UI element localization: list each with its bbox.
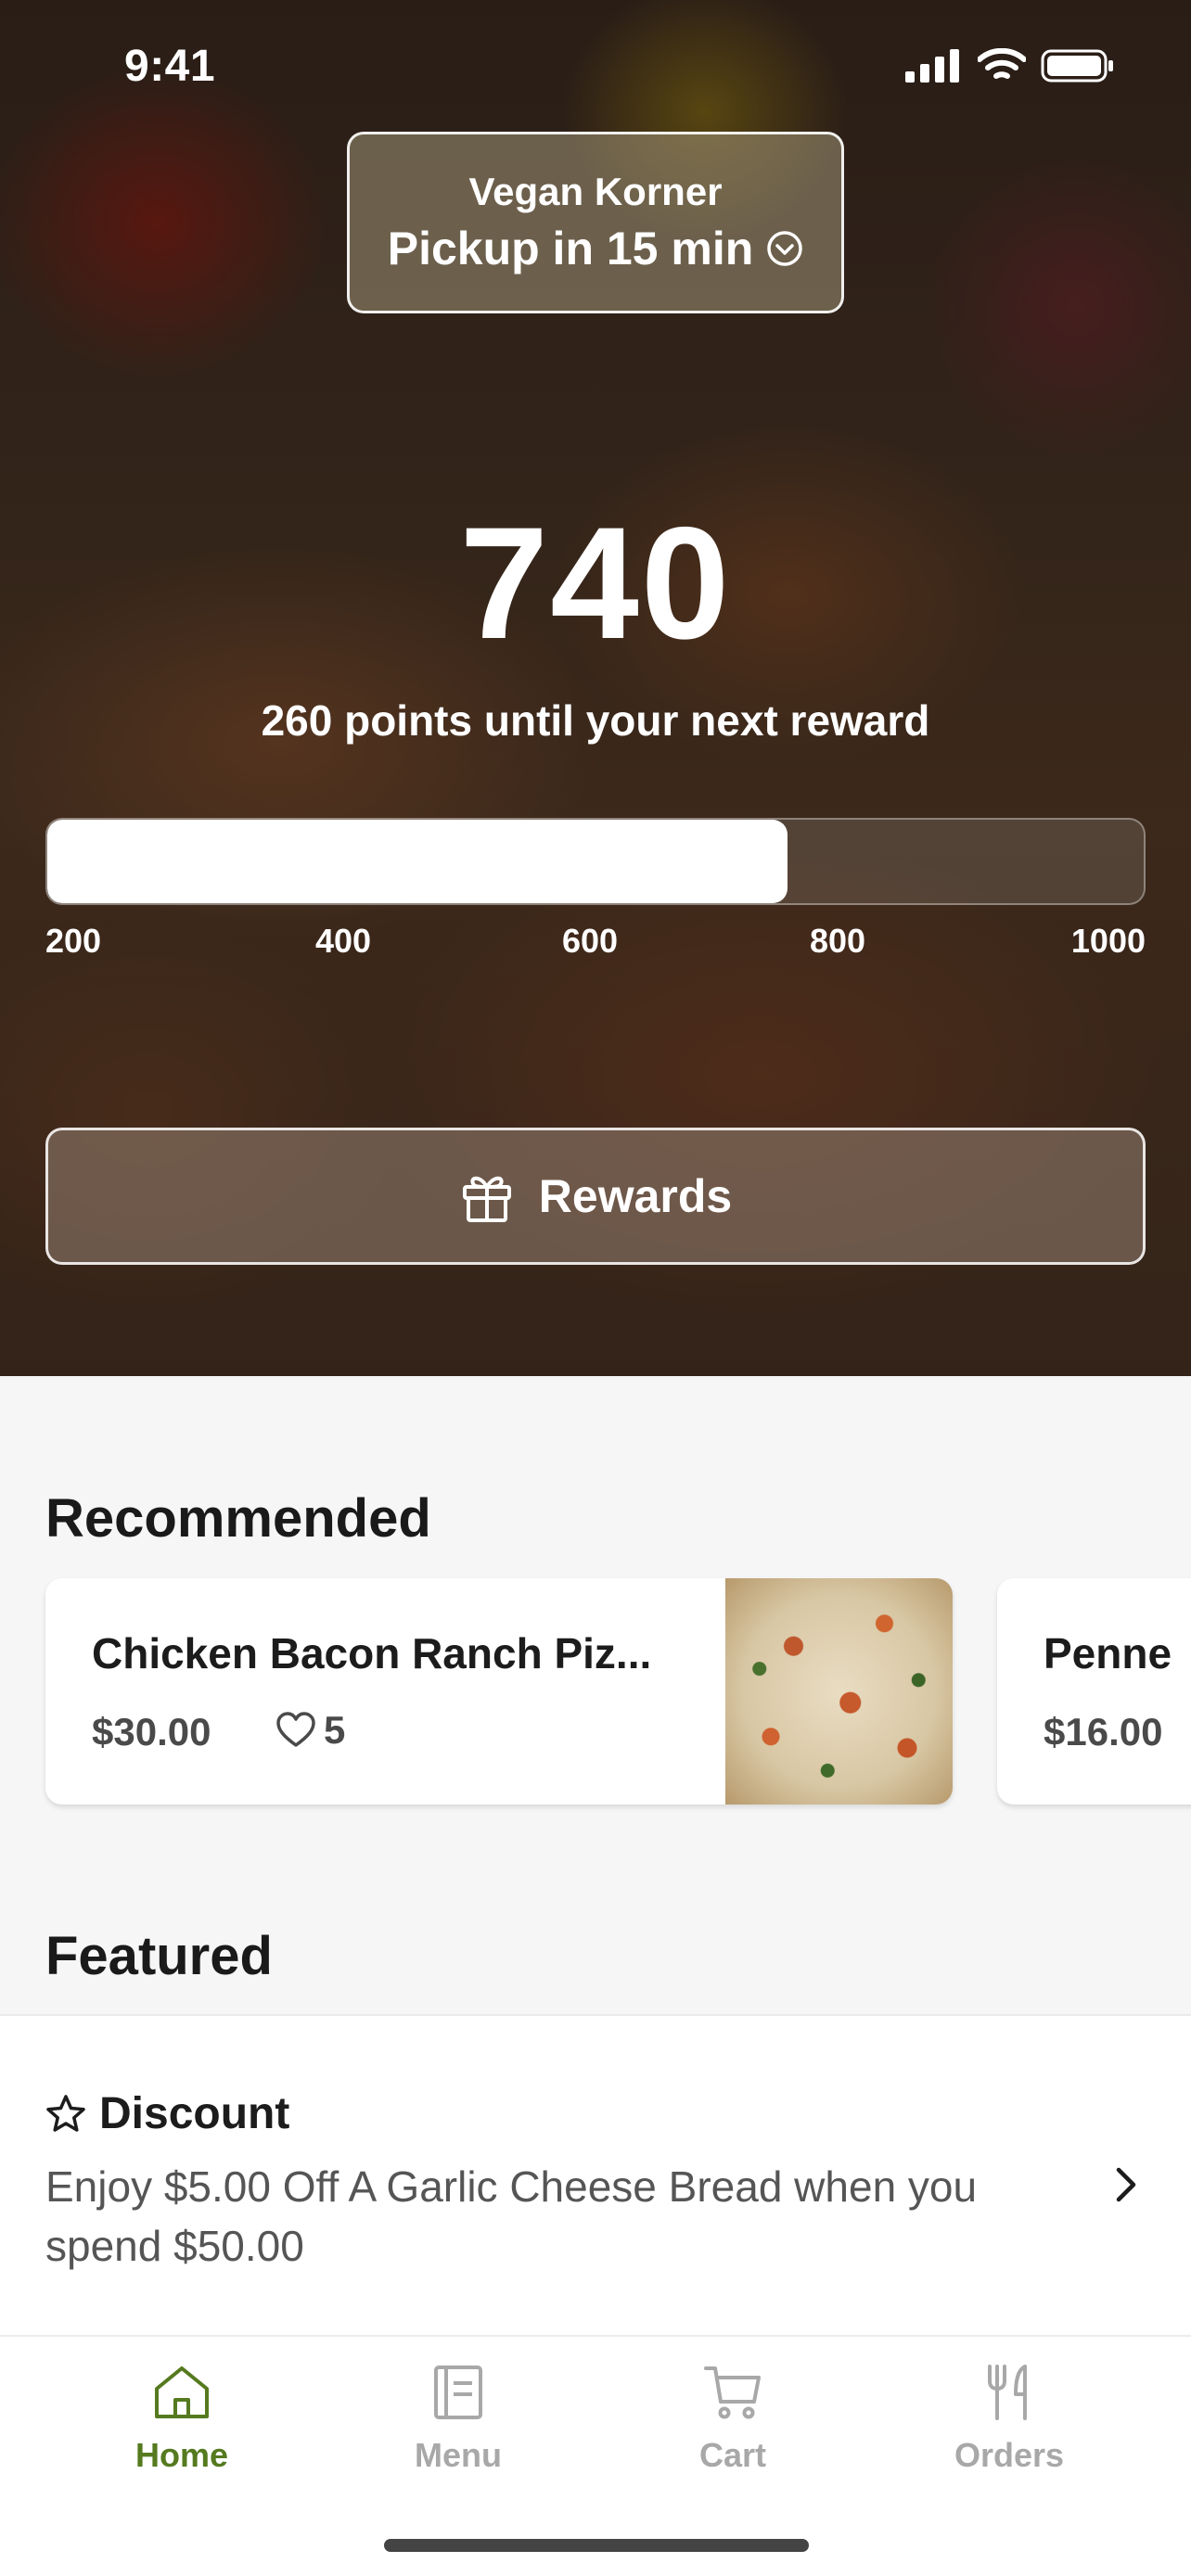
- discount-heading: Discount: [45, 2088, 289, 2139]
- progress-ticks: 200 400 600 800 1000: [45, 922, 1146, 963]
- cart-icon: [704, 2366, 761, 2419]
- discount-description: Enjoy $5.00 Off A Garlic Cheese Bread wh…: [45, 2162, 978, 2270]
- store-name: Vegan Korner: [468, 170, 723, 213]
- points-caption: 260 points until your next reward: [261, 696, 930, 745]
- home-indicator[interactable]: [384, 2539, 809, 2552]
- tab-menu[interactable]: Menu: [365, 2363, 551, 2475]
- pickup-time: Pickup in 15 min: [350, 222, 841, 275]
- item-name: Chicken Bacon Ranch Piz...: [92, 1629, 652, 1677]
- hero-banner: 9:41 Vegan Korner Pickup in 15 min 740 2…: [0, 0, 1191, 1376]
- tick-label: 400: [315, 922, 372, 960]
- points-value: 740: [459, 494, 732, 672]
- tick-label: 600: [562, 922, 619, 960]
- signal-icon: [905, 49, 959, 83]
- item-price: $16.00: [1044, 1710, 1163, 1753]
- featured-discount-row[interactable]: Discount Enjoy $5.00 Off A Garlic Cheese…: [0, 2014, 1191, 2335]
- tab-home[interactable]: Home: [89, 2363, 275, 2475]
- store-picker[interactable]: Vegan Korner Pickup in 15 min: [347, 132, 844, 313]
- rewards-button[interactable]: Rewards: [45, 1128, 1146, 1265]
- tab-label: Orders: [954, 2436, 1065, 2474]
- likes-count: 5: [324, 1708, 346, 1752]
- menu-icon: [434, 2366, 482, 2419]
- star-icon: [46, 2094, 85, 2132]
- recommended-card[interactable]: Chicken Bacon Ranch Piz... $30.00 5: [45, 1578, 953, 1804]
- chevron-down-circle-icon: [767, 231, 803, 266]
- item-price: $30.00: [92, 1710, 211, 1753]
- wifi-icon: [978, 48, 1026, 79]
- recommended-title: Recommended: [45, 1488, 431, 1549]
- gift-icon: [462, 1176, 511, 1222]
- progress-fill: [47, 820, 788, 903]
- tick-label: 800: [810, 922, 866, 960]
- recommended-card[interactable]: Penne $16.00: [997, 1578, 1191, 1804]
- tab-orders[interactable]: Orders: [916, 2363, 1102, 2475]
- pizza-image: [725, 1578, 953, 1804]
- tab-label: Menu: [415, 2436, 502, 2474]
- featured-title: Featured: [45, 1926, 273, 1986]
- utensils-icon: [988, 2365, 1027, 2420]
- heart-icon: [276, 1712, 315, 1747]
- home-icon: [155, 2366, 209, 2418]
- points-progress-bar: [45, 818, 1146, 905]
- item-name: Penne: [1044, 1629, 1172, 1677]
- battery-icon: [1041, 49, 1113, 83]
- status-icons: [905, 48, 1115, 83]
- tab-label: Home: [134, 2436, 229, 2474]
- tick-label: 200: [45, 922, 102, 960]
- pickup-label: Pickup in 15 min: [387, 223, 754, 274]
- rewards-label: Rewards: [538, 1170, 733, 1222]
- discount-label: Discount: [99, 2089, 290, 2138]
- likes[interactable]: 5: [275, 1708, 345, 1753]
- chevron-right-icon: [1116, 2167, 1136, 2202]
- status-time: 9:41: [124, 42, 216, 91]
- tab-label: Cart: [698, 2436, 767, 2474]
- tick-label: 1000: [1070, 922, 1146, 960]
- tab-cart[interactable]: Cart: [640, 2363, 826, 2475]
